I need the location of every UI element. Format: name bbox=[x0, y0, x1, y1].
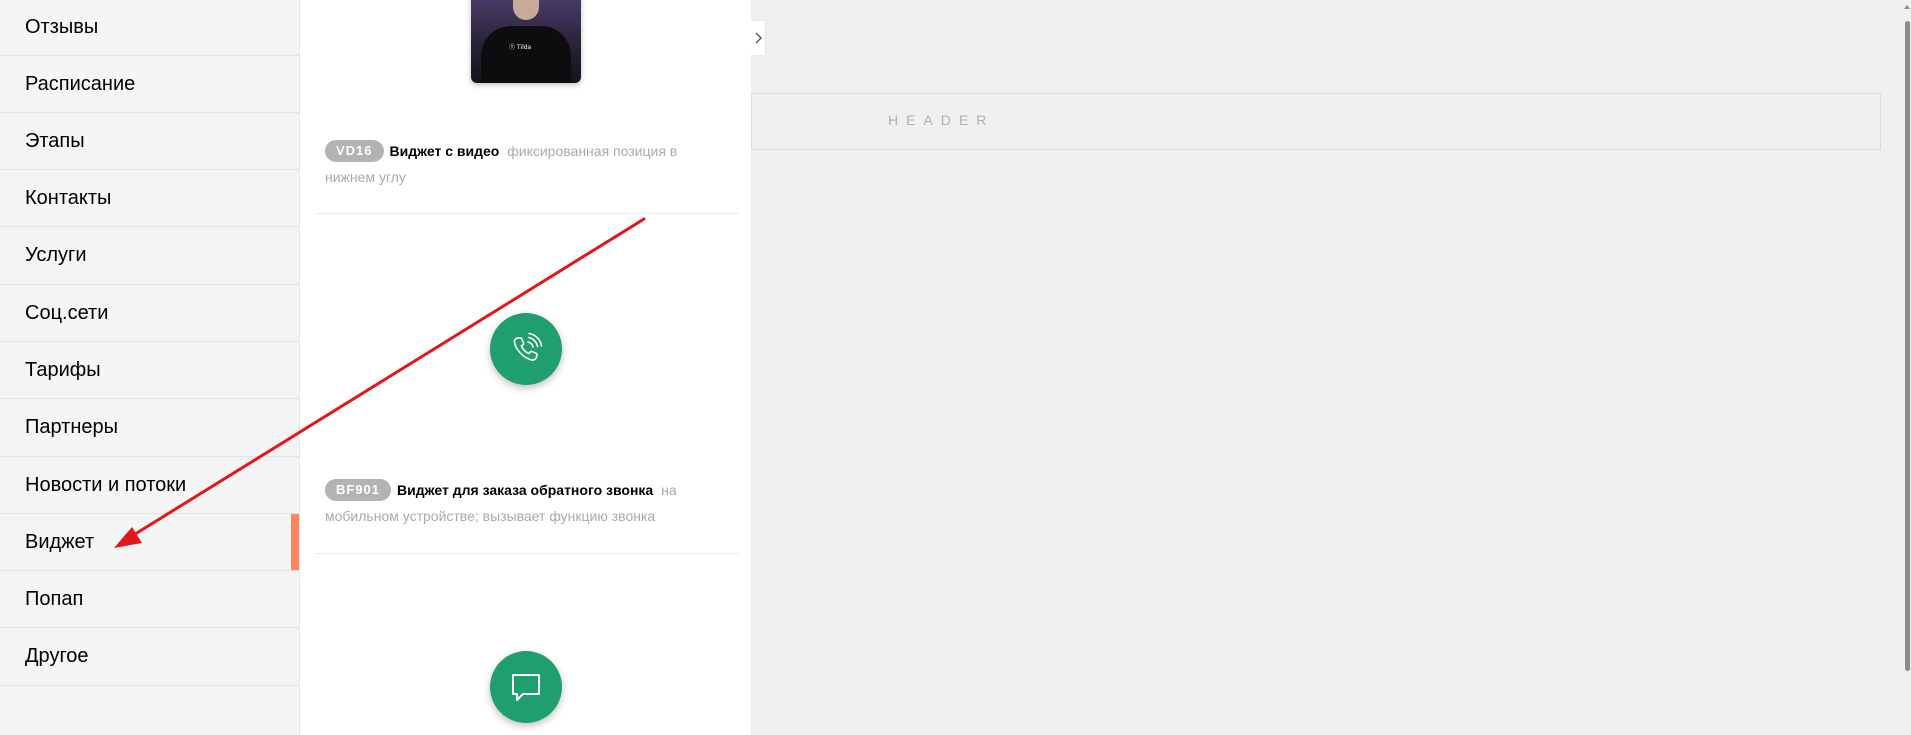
sidebar-item-label: Тарифы bbox=[25, 358, 101, 381]
phone-call-icon bbox=[513, 332, 543, 361]
sidebar-item-widget[interactable]: Виджет bbox=[0, 514, 299, 571]
block-code-badge: BF901 bbox=[325, 479, 392, 501]
collapse-panel-button[interactable] bbox=[751, 21, 765, 55]
sidebar-item-partners[interactable]: Партнеры bbox=[0, 399, 299, 457]
sidebar-item-services[interactable]: Услуги bbox=[0, 227, 299, 285]
block-divider bbox=[315, 553, 739, 554]
sidebar-item-label: Попап bbox=[25, 587, 84, 610]
sidebar-item-social[interactable]: Соц.сети bbox=[0, 285, 299, 342]
sidebar-item-label: Новости и потоки bbox=[25, 473, 187, 496]
person-hoodie bbox=[481, 26, 571, 83]
sidebar-item-label: Этапы bbox=[25, 129, 85, 152]
block-divider bbox=[315, 213, 739, 214]
block-library-panel: Ⓣ Tilda VD16 Виджет с видео фиксированная… bbox=[300, 0, 751, 735]
active-indicator bbox=[291, 514, 299, 570]
category-sidebar: Отзывы Расписание Этапы Контакты Услуги … bbox=[0, 0, 300, 735]
sidebar-item-label: Услуги bbox=[25, 244, 87, 266]
person-face bbox=[513, 0, 539, 20]
sidebar-item-label: Отзывы bbox=[25, 16, 99, 38]
callback-widget-thumbnail[interactable] bbox=[490, 313, 562, 385]
scroll-up-arrow-icon[interactable] bbox=[1903, 3, 1911, 11]
sidebar-item-schedule[interactable]: Расписание bbox=[0, 56, 299, 113]
scrollbar-thumb[interactable] bbox=[1905, 21, 1910, 671]
block-description-bf901[interactable]: BF901 Виджет для заказа обратного звонка … bbox=[325, 477, 725, 529]
video-widget-thumbnail[interactable]: Ⓣ Tilda bbox=[471, 0, 581, 83]
sidebar-item-news[interactable]: Новости и потоки bbox=[0, 457, 299, 514]
sidebar-item-label: Контакты bbox=[25, 186, 112, 209]
block-description-vd16[interactable]: VD16 Виджет с видео фиксированная позиция… bbox=[325, 138, 725, 190]
sidebar-item-reviews[interactable]: Отзывы bbox=[0, 0, 299, 56]
block-title: Виджет для заказа обратного звонка bbox=[397, 482, 654, 498]
sidebar-item-popup[interactable]: Попап bbox=[0, 571, 299, 628]
sidebar-item-label: Виджет bbox=[25, 530, 95, 553]
chat-widget-thumbnail[interactable] bbox=[490, 651, 562, 723]
header-block[interactable]: HEADER bbox=[751, 93, 1881, 150]
page-canvas: HEADER bbox=[751, 0, 1911, 735]
sidebar-item-contacts[interactable]: Контакты bbox=[0, 170, 299, 227]
sidebar-item-label: Соц.сети bbox=[25, 301, 109, 324]
chat-bubble-icon bbox=[512, 674, 540, 701]
header-label: HEADER bbox=[888, 112, 995, 128]
chevron-right-icon bbox=[755, 32, 762, 44]
sidebar-item-label: Другое bbox=[25, 645, 89, 667]
hoodie-logo: Ⓣ Tilda bbox=[509, 44, 532, 51]
sidebar-item-pricing[interactable]: Тарифы bbox=[0, 342, 299, 399]
sidebar-item-label: Расписание bbox=[25, 72, 136, 95]
block-title: Виджет с видео bbox=[389, 143, 500, 159]
sidebar-item-stages[interactable]: Этапы bbox=[0, 113, 299, 170]
sidebar-item-other[interactable]: Другое bbox=[0, 628, 299, 686]
sidebar-item-label: Партнеры bbox=[25, 416, 119, 438]
block-code-badge: VD16 bbox=[325, 140, 384, 162]
